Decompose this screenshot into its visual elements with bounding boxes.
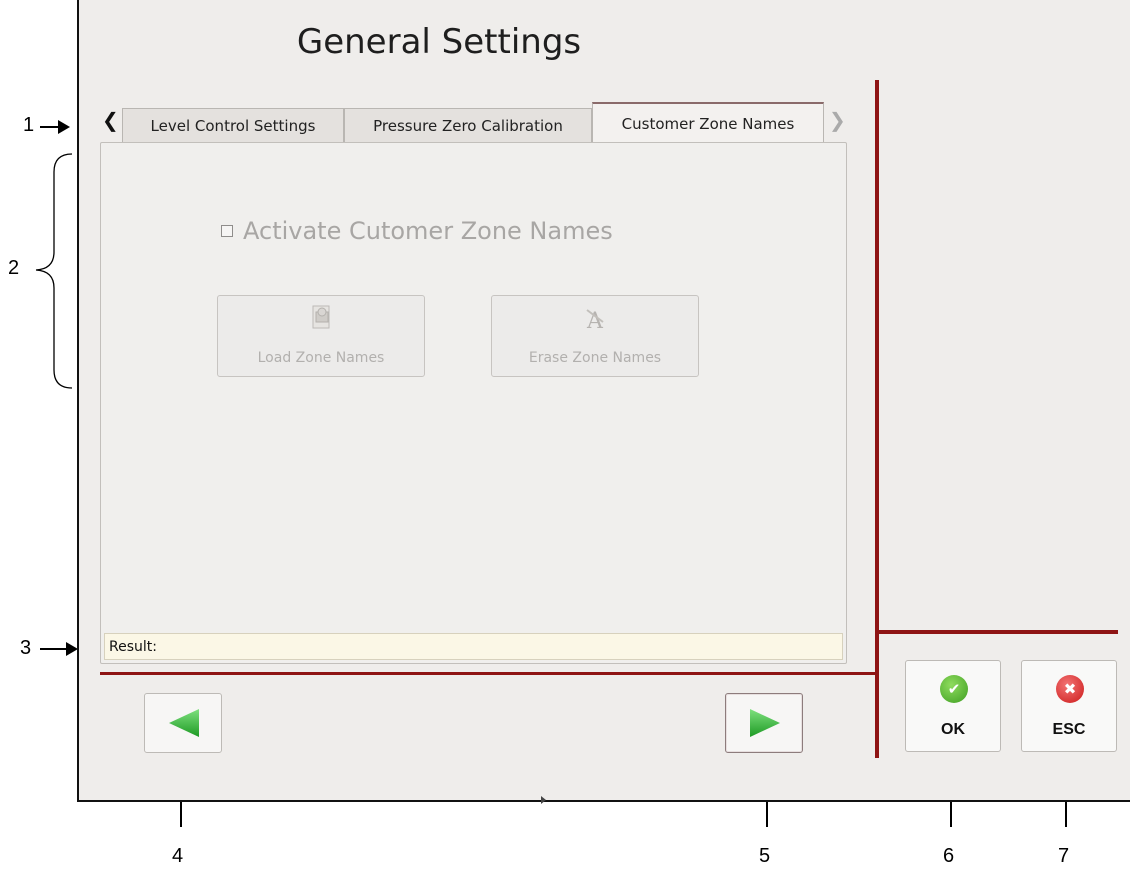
callout-2-brace	[35, 153, 73, 389]
red-x-icon: ✖	[1056, 675, 1084, 703]
tab-pressure-zero-calibration[interactable]: Pressure Zero Calibration	[344, 108, 592, 142]
esc-label: ESC	[1052, 721, 1086, 738]
load-zone-names-button[interactable]: Load Zone Names	[217, 295, 425, 377]
callout-1: 1	[23, 114, 35, 136]
tab-level-control-settings[interactable]: Level Control Settings	[122, 108, 344, 142]
callout-7: 7	[1058, 845, 1070, 867]
right-horizontal-separator	[877, 630, 1118, 634]
callout-2: 2	[8, 257, 20, 279]
callout-1-arrow	[40, 120, 70, 134]
ok-label: OK	[941, 721, 965, 738]
load-zone-names-label: Load Zone Names	[257, 350, 385, 366]
tab-scroll-right-icon[interactable]: ❯	[829, 108, 846, 132]
previous-button[interactable]	[144, 693, 222, 753]
tab-content-panel: Activate Cutomer Zone Names Load Zone Na…	[100, 142, 847, 664]
callout-6: 6	[943, 845, 955, 867]
checkbox-label: Activate Cutomer Zone Names	[243, 217, 613, 245]
callout-4: 4	[172, 845, 184, 867]
next-button[interactable]	[725, 693, 803, 753]
checkbox-box[interactable]	[221, 225, 233, 237]
ok-button[interactable]: ✔ OK	[905, 660, 1001, 752]
settings-screen: General Settings ❮ Level Control Setting…	[77, 0, 1130, 804]
mouse-cursor-icon	[541, 796, 546, 804]
callout-3: 3	[20, 637, 32, 659]
callout-3-arrow	[40, 642, 78, 656]
vertical-separator	[875, 80, 879, 758]
activate-zone-names-checkbox[interactable]: Activate Cutomer Zone Names	[221, 217, 613, 245]
erase-zone-names-button[interactable]: A Erase Zone Names	[491, 295, 699, 377]
green-right-arrow-icon	[750, 709, 780, 737]
green-left-arrow-icon	[169, 709, 199, 737]
tab-customer-zone-names[interactable]: Customer Zone Names	[592, 102, 824, 142]
result-field: Result:	[104, 633, 843, 660]
tab-scroll-left-icon[interactable]: ❮	[102, 108, 119, 132]
window-title: General Settings	[296, 22, 582, 62]
erase-zone-names-label: Erase Zone Names	[528, 350, 662, 366]
callout-5: 5	[759, 845, 771, 867]
floppy-file-icon	[312, 305, 330, 329]
erase-icon: A	[586, 309, 604, 334]
green-check-icon: ✔	[940, 675, 968, 703]
esc-button[interactable]: ✖ ESC	[1021, 660, 1117, 752]
bottom-horizontal-separator	[100, 672, 877, 675]
